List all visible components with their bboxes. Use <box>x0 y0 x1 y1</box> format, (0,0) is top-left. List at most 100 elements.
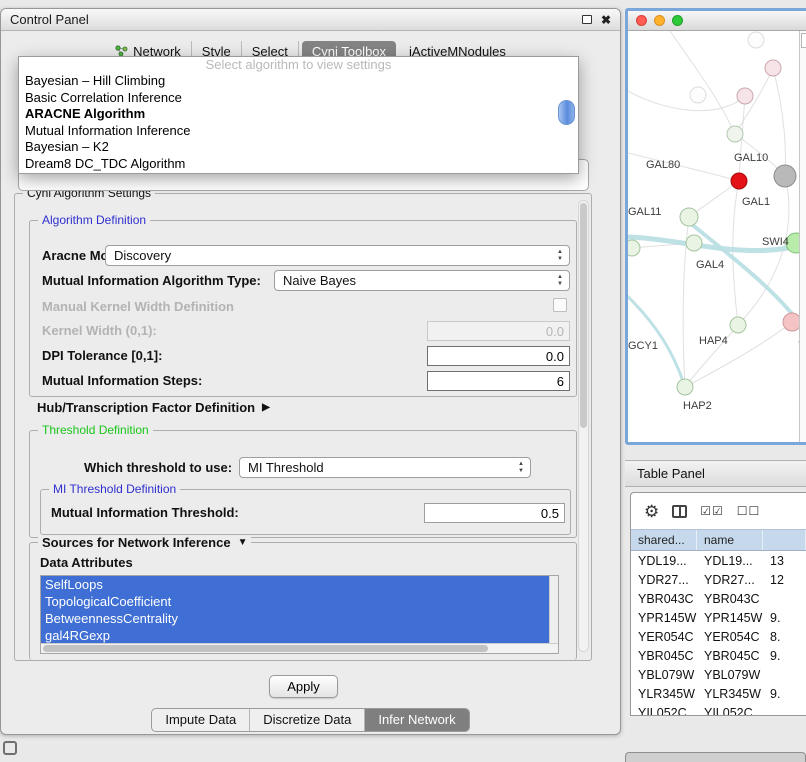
network-window-titlebar[interactable] <box>628 11 806 31</box>
network-node[interactable] <box>690 87 706 103</box>
settings-scrollbar[interactable] <box>578 200 589 652</box>
tab-infer-network[interactable]: Infer Network <box>365 709 468 731</box>
table-row[interactable]: YER054CYER054C8. <box>631 627 806 646</box>
network-node[interactable] <box>783 313 799 331</box>
table-row[interactable]: YPR145WYPR145W9. <box>631 608 806 627</box>
network-window: GAL80GAL10GAL1GAL11SWI4GAL4GCY1HAP4HAP2Y <box>625 8 806 445</box>
network-node[interactable] <box>731 173 747 189</box>
network-scrollbar[interactable] <box>799 31 806 444</box>
table-body: YDL19...YDL19...13YDR27...YDR27...12YBR0… <box>631 551 806 716</box>
table-row[interactable]: YBR045CYBR045C9. <box>631 646 806 665</box>
tab-discretize-data[interactable]: Discretize Data <box>250 709 365 731</box>
network-node[interactable] <box>774 165 796 187</box>
aracne-mode-select[interactable]: Discovery ▲▼ <box>105 245 570 266</box>
float-window-icon[interactable] <box>582 15 592 24</box>
network-node[interactable] <box>727 126 743 142</box>
table-row[interactable]: YBR043CYBR043C <box>631 589 806 608</box>
popup-item-selected[interactable]: ARACNE Algorithm <box>19 106 578 123</box>
list-item[interactable]: SelfLoops <box>41 576 549 593</box>
popup-item[interactable]: Mutual Information Inference <box>19 123 578 140</box>
table-row[interactable]: YDR27...YDR27...12 <box>631 570 806 589</box>
network-node[interactable] <box>628 240 640 256</box>
network-edge[interactable] <box>733 181 739 325</box>
network-canvas[interactable]: GAL80GAL10GAL1GAL11SWI4GAL4GCY1HAP4HAP2Y <box>628 31 799 444</box>
column-header[interactable]: name <box>697 530 763 550</box>
apply-button[interactable]: Apply <box>269 675 338 698</box>
network-node[interactable] <box>730 317 746 333</box>
mi-algorithm-type-select[interactable]: Naive Bayes ▲▼ <box>274 270 570 291</box>
network-node[interactable] <box>686 235 702 251</box>
list-item[interactable]: TopologicalCoefficient <box>41 593 549 610</box>
unchecked-boxes-icon[interactable]: ☐☐ <box>737 505 761 517</box>
control-panel-titlebar[interactable]: Control Panel ✖ <box>1 9 620 31</box>
dpi-tolerance-field[interactable] <box>427 346 570 366</box>
threshold-definition-group: Threshold Definition Which threshold to … <box>29 430 577 538</box>
table-panel-title: Table Panel <box>637 466 705 481</box>
minimized-panel-icon[interactable] <box>3 741 17 755</box>
scrollbar-thumb[interactable] <box>580 203 587 428</box>
kernel-width-label: Kernel Width (0,1): <box>42 323 157 338</box>
table-cell: 13 <box>763 551 806 570</box>
column-header[interactable] <box>763 530 806 550</box>
table-row[interactable]: YDL19...YDL19...13 <box>631 551 806 570</box>
background-window-edge <box>625 752 806 762</box>
combo-arrows-icon: ▲▼ <box>518 461 524 475</box>
network-node[interactable] <box>765 60 781 76</box>
table-cell: YLR345W <box>697 684 763 703</box>
network-node-label: HAP2 <box>683 400 712 412</box>
which-threshold-select[interactable]: MI Threshold ▲▼ <box>239 457 531 478</box>
list-horizontal-scrollbar[interactable] <box>41 643 558 653</box>
close-button[interactable] <box>636 15 647 26</box>
table-row[interactable]: YLR345WYLR345W9. <box>631 684 806 703</box>
gear-icon[interactable]: ⚙ <box>644 503 659 520</box>
table-row[interactable]: YIL052CYIL052C <box>631 703 806 716</box>
list-item[interactable]: gal4RGexp <box>41 627 549 644</box>
list-vertical-scrollbar[interactable] <box>549 576 558 643</box>
network-edge[interactable] <box>628 91 745 111</box>
network-node-label: HAP4 <box>699 335 728 347</box>
window-controls: ✖ <box>582 14 611 26</box>
hub-definition-toggle[interactable]: Hub/Transcription Factor Definition ▶ <box>37 400 270 415</box>
network-node[interactable] <box>748 32 764 48</box>
popup-placeholder-text: Select algorithm to view settings <box>19 57 578 73</box>
sources-toggle[interactable]: Sources for Network Inference ▼ <box>38 535 251 550</box>
group-title: Threshold Definition <box>38 423 153 437</box>
zoom-button[interactable] <box>672 15 683 26</box>
network-edge[interactable] <box>670 31 735 134</box>
popup-item[interactable]: Bayesian – K2 <box>19 139 578 156</box>
network-node-label: GAL11 <box>628 206 661 218</box>
list-item[interactable]: BetweennessCentrality <box>41 610 549 627</box>
network-node[interactable] <box>680 208 698 226</box>
minimize-button[interactable] <box>654 15 665 26</box>
table-cell: YPR145W <box>631 608 697 627</box>
manual-kernel-checkbox[interactable] <box>553 298 567 312</box>
popup-item[interactable]: Bayesian – Hill Climbing <box>19 73 578 90</box>
table-cell: YDR27... <box>697 570 763 589</box>
dpi-tolerance-label: DPI Tolerance [0,1]: <box>42 348 162 363</box>
kernel-width-field[interactable] <box>427 321 570 341</box>
scroll-arrow-box[interactable] <box>801 33 806 48</box>
table-cell: YER054C <box>697 627 763 646</box>
network-node[interactable] <box>677 379 693 395</box>
close-icon[interactable]: ✖ <box>601 14 611 26</box>
popup-item[interactable]: Dream8 DC_TDC Algorithm <box>19 156 578 173</box>
network-edge[interactable] <box>628 153 739 181</box>
table-cell: 8. <box>763 627 806 646</box>
combo-arrows-icon: ▲▼ <box>557 274 563 288</box>
table-cell: YIL052C <box>631 703 697 716</box>
checked-boxes-icon[interactable]: ☑☑ <box>700 505 724 517</box>
popup-item[interactable]: Basic Correlation Inference <box>19 90 578 107</box>
combo-value: Naive Bayes <box>283 273 356 288</box>
mi-steps-field[interactable] <box>427 371 570 391</box>
tab-impute-data[interactable]: Impute Data <box>152 709 250 731</box>
table-row[interactable]: YBL079WYBL079W <box>631 665 806 684</box>
popup-scrollbar-thumb[interactable] <box>558 100 575 125</box>
scrollbar-thumb[interactable] <box>43 645 488 652</box>
columns-icon[interactable] <box>672 505 687 518</box>
network-edge[interactable] <box>773 68 785 176</box>
table-cell: 9. <box>763 646 806 665</box>
mi-threshold-field[interactable] <box>424 503 565 523</box>
column-header[interactable]: shared... <box>631 530 697 550</box>
data-attributes-list[interactable]: SelfLoops TopologicalCoefficient Between… <box>40 575 559 654</box>
network-node[interactable] <box>737 88 753 104</box>
